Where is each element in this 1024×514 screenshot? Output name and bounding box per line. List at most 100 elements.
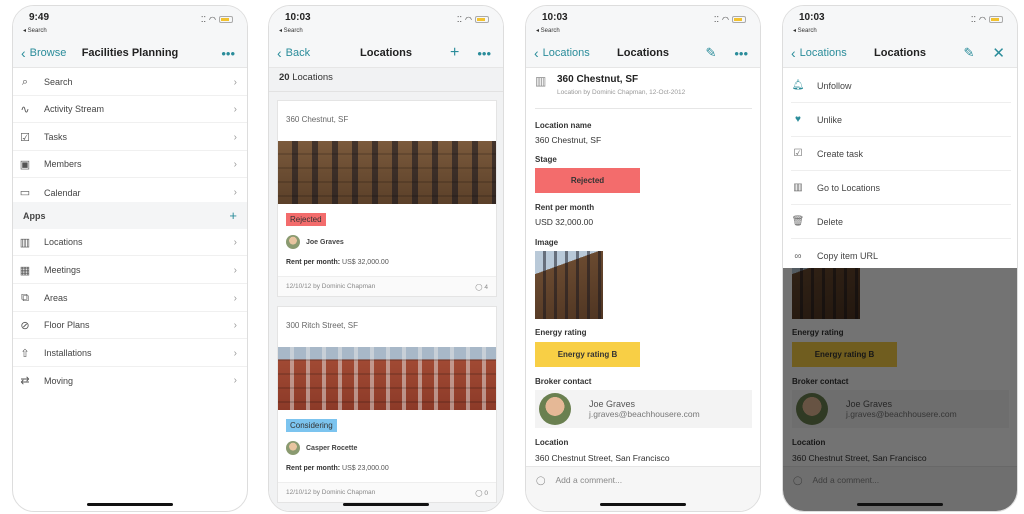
home-indicator (87, 503, 173, 506)
broker-contact-card[interactable]: Joe Graves j.graves@beachhousere.com (535, 390, 752, 428)
item-label: Tasks (44, 132, 68, 142)
item-label: Floor Plans (44, 320, 90, 330)
menu-item-create-task[interactable]: ☑ Create task (791, 137, 1011, 171)
task-icon: ☑ (793, 148, 803, 159)
location-image[interactable] (535, 251, 603, 319)
app-item-installations[interactable]: ⇧ Installations › (13, 340, 247, 367)
card-footer: 12/10/12 by Dominic Chapman ◯ 4 (278, 276, 496, 296)
back-button[interactable]: ‹ Browse (21, 45, 66, 61)
more-button[interactable]: ••• (477, 46, 491, 61)
close-icon[interactable]: ✕ (992, 44, 1005, 62)
menu-item-tasks[interactable]: ☑ Tasks › (13, 124, 247, 151)
wifi-icon: ◠ (979, 15, 986, 24)
app-item-areas[interactable]: ⧉ Areas › (13, 285, 247, 312)
back-button[interactable]: ‹ Locations (534, 45, 590, 61)
chevron-right-icon: › (233, 131, 237, 143)
rent: Rent per month: US$ 32,000.00 (286, 259, 389, 266)
chevron-right-icon: › (233, 236, 237, 248)
chevron-right-icon: › (233, 158, 237, 170)
person-name: Casper Rocette (306, 444, 358, 452)
menu-item-delete[interactable]: 🗑︎ Delete (791, 205, 1011, 239)
app-item-floor-plans[interactable]: ⊘ Floor Plans › (13, 312, 247, 339)
broker-name: Joe Graves (589, 399, 636, 409)
card-meta: 12/10/12 by Dominic Chapman (286, 283, 376, 290)
menu-item-activity-stream[interactable]: ∿ Activity Stream › (13, 96, 247, 123)
wifi-icon: ◠ (722, 15, 729, 24)
menu-item-go-to-locations[interactable]: ▥ Go to Locations (791, 171, 1011, 205)
menu-item-unlike[interactable]: ♥ Unlike (791, 103, 1011, 137)
edit-pencil-icon[interactable]: ✎ (705, 45, 716, 61)
add-button[interactable]: + (450, 44, 459, 62)
apps-label: Apps (23, 210, 46, 221)
location-card[interactable]: 300 Ritch Street, SF Considering Casper … (277, 306, 497, 503)
chevron-right-icon: › (233, 375, 237, 386)
count-number: 20 (279, 72, 290, 83)
location-card[interactable]: 360 Chestnut, SF Rejected Joe Graves Ren… (277, 100, 497, 297)
back-button[interactable]: ‹ Back (277, 45, 310, 61)
item-title: 360 Chestnut, SF (557, 74, 639, 85)
building-icon: ▥ (535, 74, 547, 88)
chevron-left-icon: ‹ (534, 45, 539, 61)
phone-locations-list: 10:03 ◂ Search ⁚⁚ ◠ ‹ Back Locations + ••• … (268, 5, 504, 512)
dimmed-detail-background[interactable]: Energy rating Energy rating B Broker con… (783, 268, 1017, 511)
home-indicator (857, 503, 943, 506)
broker-email: j.graves@beachhousere.com (589, 409, 700, 419)
phone-actions-menu: 10:03 ◂ Search ⁚⁚ ◠ ‹ Locations Locations … (782, 5, 1018, 512)
card-title: 360 Chestnut, SF (286, 115, 349, 124)
card-meta: 12/10/12 by Dominic Chapman (286, 489, 376, 496)
item-label: Installations (44, 348, 92, 358)
building-photo (278, 347, 496, 410)
more-button[interactable]: ••• (221, 46, 235, 61)
link-icon: ∞ (794, 250, 802, 262)
stage-badge: Rejected (535, 168, 640, 193)
field-label: Image (535, 238, 559, 247)
menu-item-search[interactable]: ⌕ Search › (13, 69, 247, 96)
chevron-right-icon: › (233, 319, 237, 331)
energy-badge: Energy rating B (535, 342, 640, 367)
signal-icon: ⁚⁚ (970, 15, 977, 24)
chevron-left-icon: ‹ (791, 45, 796, 61)
header: 10:03 ◂ Search ⁚⁚ ◠ ‹ Locations Locations … (783, 6, 1017, 68)
field-label: Stage (535, 155, 557, 164)
person: Casper Rocette (286, 441, 357, 455)
home-indicator (343, 503, 429, 506)
back-to-search[interactable]: ◂ Search (536, 27, 560, 34)
edit-pencil-icon[interactable]: ✎ (964, 45, 975, 61)
chevron-right-icon: › (233, 347, 237, 359)
menu-item-members[interactable]: ▣ Members › (13, 151, 247, 178)
back-label: Back (285, 47, 311, 59)
avatar (539, 393, 571, 425)
building-icon: ▥ (793, 182, 803, 193)
item-label: Moving (44, 375, 74, 386)
menu-label: Go to Locations (817, 182, 881, 193)
comments[interactable]: ◯ 0 (475, 489, 488, 497)
app-item-locations[interactable]: ▥ Locations › (13, 229, 247, 256)
chevron-left-icon: ‹ (21, 45, 26, 61)
more-button[interactable]: ••• (734, 46, 748, 61)
field-label: Broker contact (535, 377, 592, 386)
chevron-right-icon: › (233, 76, 237, 88)
status-time: 9:49 (29, 12, 50, 23)
status-time: 10:03 (285, 12, 311, 23)
back-to-search[interactable]: ◂ Search (279, 27, 303, 34)
header: 10:03 ◂ Search ⁚⁚ ◠ ‹ Locations Locations … (526, 6, 760, 68)
comments[interactable]: ◯ 4 (475, 283, 488, 291)
comment-icon: ◯ (475, 489, 483, 497)
back-button[interactable]: ‹ Locations (791, 45, 847, 61)
chevron-right-icon: › (233, 264, 237, 276)
menu-label: Copy item URL (817, 251, 879, 261)
dim-overlay[interactable] (783, 268, 1017, 511)
app-item-meetings[interactable]: ▦ Meetings › (13, 257, 247, 284)
signal-icon: ⁚⁚ (713, 15, 720, 24)
signal-icon: ⁚⁚ (456, 15, 463, 24)
item-label: Search (44, 77, 73, 87)
activity-icon: ∿ (20, 103, 30, 116)
back-to-search[interactable]: ◂ Search (793, 27, 817, 34)
building-photo (278, 141, 496, 204)
add-app-button[interactable]: + (229, 208, 237, 223)
app-item-moving[interactable]: ⇄ Moving › (13, 367, 247, 394)
back-to-search[interactable]: ◂ Search (23, 27, 47, 34)
menu-item-unfollow[interactable]: 🔔︎ Unfollow (791, 69, 1011, 103)
avatar (286, 441, 300, 455)
menu-label: Create task (817, 148, 864, 159)
